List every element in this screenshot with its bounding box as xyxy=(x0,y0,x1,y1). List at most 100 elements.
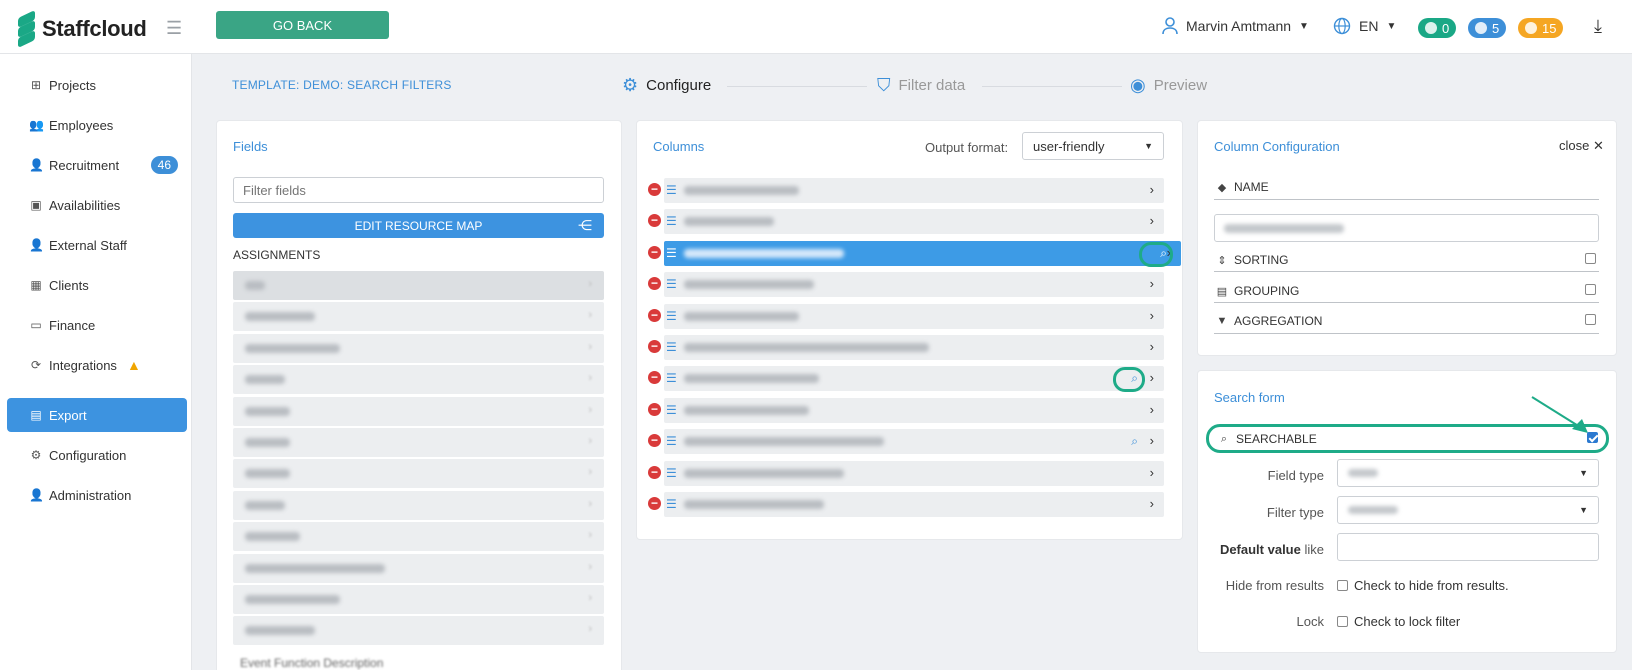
sidebar-item-integrations[interactable]: ⟳ Integrations ▲ xyxy=(7,348,187,382)
remove-column-icon[interactable]: − xyxy=(648,245,661,259)
field-label xyxy=(245,281,265,290)
notifications-counter[interactable]: 5 xyxy=(1468,18,1507,38)
column-name-input[interactable] xyxy=(1214,214,1599,242)
language-menu[interactable]: EN ▼ xyxy=(1333,17,1396,35)
search-highlight xyxy=(1113,367,1145,392)
field-item[interactable]: › xyxy=(233,585,604,614)
sidebar: ⊞ Projects 👥 Employees 👤 Recruitment 46 ▣ Ava… xyxy=(0,54,192,670)
sidebar-item-clients[interactable]: ▦ Clients xyxy=(7,268,187,302)
sidebar-item-export[interactable]: ▤ Export xyxy=(7,398,187,432)
column-item[interactable]: ☰ › xyxy=(664,492,1164,517)
sidebar-item-administration[interactable]: 👤 Administration xyxy=(7,478,187,512)
column-item[interactable]: ☰ › xyxy=(664,460,1164,486)
output-format-select[interactable]: user-friendly ▼ xyxy=(1022,132,1164,160)
field-item[interactable]: › xyxy=(233,302,604,332)
sidebar-item-recruitment[interactable]: 👤 Recruitment 46 xyxy=(7,148,187,182)
go-back-button[interactable]: GO BACK xyxy=(216,11,389,39)
field-item[interactable]: › xyxy=(233,428,604,457)
column-item[interactable]: ☰ › xyxy=(664,397,1164,423)
divider xyxy=(1214,199,1599,200)
user-plus-icon: 👤 xyxy=(29,158,44,172)
remove-column-icon[interactable]: − xyxy=(648,402,661,416)
chevron-right-icon: › xyxy=(1149,307,1154,323)
tasks-counter[interactable]: 15 xyxy=(1518,18,1564,38)
drag-handle-icon[interactable]: ☰ xyxy=(666,497,677,511)
close-button[interactable]: close ✕ xyxy=(1559,138,1604,154)
sidebar-item-availabilities[interactable]: ▣ Availabilities xyxy=(7,188,187,222)
filter-fields-input[interactable] xyxy=(233,177,604,203)
annotation-arrow-icon xyxy=(1531,396,1588,433)
drag-handle-icon[interactable]: ☰ xyxy=(666,403,677,417)
sorting-checkbox[interactable] xyxy=(1585,253,1596,264)
column-item[interactable]: ☰ › xyxy=(664,178,1164,203)
field-item[interactable]: › xyxy=(233,490,604,520)
remove-column-icon[interactable]: − xyxy=(648,183,661,196)
field-item[interactable]: › xyxy=(233,271,604,300)
menu-toggle-icon[interactable]: ☰ xyxy=(166,18,182,39)
column-item[interactable]: ☰ › xyxy=(664,303,1164,329)
field-item[interactable]: › xyxy=(233,522,604,552)
hide-from-results-option[interactable]: Check to hide from results. xyxy=(1337,578,1509,593)
users-icon: 👥 xyxy=(29,118,44,132)
default-value-input[interactable] xyxy=(1337,533,1599,561)
sidebar-item-finance[interactable]: ▭ Finance xyxy=(7,308,187,342)
column-item[interactable]: ☰ ⌕ › xyxy=(664,366,1164,392)
remove-column-icon[interactable]: − xyxy=(648,497,661,510)
step-preview[interactable]: ◉ Preview xyxy=(1130,75,1207,96)
drag-handle-icon[interactable]: ☰ xyxy=(666,340,677,354)
download-icon[interactable]: ⤓ xyxy=(1594,16,1602,37)
column-item[interactable]: ☰ › xyxy=(664,272,1164,298)
edit-resource-map-button[interactable]: EDIT RESOURCE MAP ⋲ xyxy=(233,213,604,238)
sidebar-item-projects[interactable]: ⊞ Projects xyxy=(7,68,187,102)
field-item[interactable]: › xyxy=(233,333,604,363)
remove-column-icon[interactable]: − xyxy=(648,340,661,353)
default-value-label: Default value like xyxy=(1219,542,1324,557)
grouping-checkbox[interactable] xyxy=(1585,284,1596,295)
filter-type-select[interactable]: ▼ xyxy=(1337,496,1599,524)
chevron-right-icon: › xyxy=(588,497,592,510)
messages-counter[interactable]: 0 xyxy=(1418,18,1457,38)
field-label xyxy=(245,595,340,604)
drag-handle-icon[interactable]: ☰ xyxy=(666,371,677,385)
lock-option[interactable]: Check to lock filter xyxy=(1337,614,1460,629)
sidebar-item-employees[interactable]: 👥 Employees xyxy=(7,108,187,142)
remove-column-icon[interactable]: − xyxy=(648,308,661,322)
step-configure[interactable]: ⚙ Configure xyxy=(622,75,711,96)
column-item[interactable]: ☰ › xyxy=(664,209,1164,235)
drag-handle-icon[interactable]: ☰ xyxy=(666,309,677,323)
field-type-select[interactable]: ▼ xyxy=(1337,459,1599,487)
search-form-title: Search form xyxy=(1214,390,1285,405)
drag-handle-icon[interactable]: ☰ xyxy=(666,183,677,197)
column-item[interactable]: ☰ ⌕ › xyxy=(664,429,1164,455)
field-label xyxy=(245,563,385,573)
divider xyxy=(1214,271,1599,272)
columns-title: Columns xyxy=(653,139,705,154)
lock-checkbox[interactable] xyxy=(1337,616,1348,627)
field-item[interactable]: › xyxy=(233,365,604,395)
field-item[interactable]: › xyxy=(233,616,604,646)
chevron-right-icon: › xyxy=(588,560,592,573)
column-item[interactable]: ☰ ⌕ › xyxy=(664,240,1181,266)
drag-handle-icon[interactable]: ☰ xyxy=(666,277,677,291)
user-menu[interactable]: Marvin Amtmann ▼ xyxy=(1162,17,1309,35)
field-item[interactable]: › xyxy=(233,459,604,489)
column-item[interactable]: ☰ › xyxy=(664,335,1164,360)
step-filter-data[interactable]: ⛉ Filter data xyxy=(877,75,965,96)
app-logo[interactable]: Staffcloud xyxy=(16,10,147,48)
chevron-right-icon: › xyxy=(588,466,592,479)
remove-column-icon[interactable]: − xyxy=(648,465,661,479)
searchable-checkbox[interactable] xyxy=(1587,432,1598,443)
sidebar-item-external-staff[interactable]: 👤 External Staff xyxy=(7,228,187,262)
field-item[interactable]: Event Function Description xyxy=(240,656,383,670)
assignments-section-label: ASSIGNMENTS xyxy=(233,248,321,262)
aggregation-checkbox[interactable] xyxy=(1585,314,1596,325)
column-label xyxy=(684,186,799,195)
drag-handle-icon[interactable]: ☰ xyxy=(666,466,677,480)
drag-handle-icon[interactable]: ☰ xyxy=(666,214,677,228)
field-item[interactable]: › xyxy=(233,396,604,426)
sidebar-item-configuration[interactable]: ⚙ Configuration xyxy=(7,438,187,472)
drag-handle-icon[interactable]: ☰ xyxy=(666,434,677,448)
field-item[interactable]: › xyxy=(233,553,604,583)
hide-from-results-checkbox[interactable] xyxy=(1337,580,1348,591)
drag-handle-icon[interactable]: ☰ xyxy=(666,246,677,260)
